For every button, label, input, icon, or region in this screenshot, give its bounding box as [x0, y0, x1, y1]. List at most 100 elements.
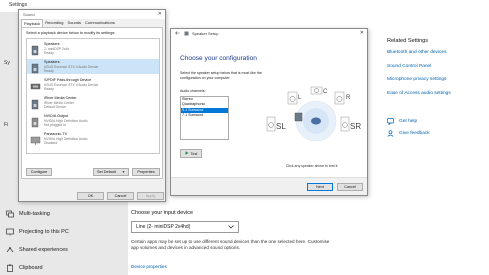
- device-status: Disabled: [44, 140, 58, 145]
- device-name: NVIDIA Output: [44, 114, 69, 118]
- speaker-icon: [30, 115, 41, 128]
- properties-button[interactable]: Properties: [132, 168, 160, 176]
- input-description: Certain apps may be set up to use differ…: [131, 239, 330, 251]
- speaker-icon: [30, 43, 41, 56]
- bluetooth-link[interactable]: Bluetooth and other devices: [387, 50, 487, 55]
- sidebar-item-multitasking[interactable]: Multi-tasking: [0, 205, 128, 223]
- shared-experiences-icon: [6, 246, 14, 254]
- microphone-privacy-link[interactable]: Microphone privacy settings: [387, 77, 487, 82]
- speaker-label-sr: SR: [350, 122, 361, 131]
- test-label: Test: [190, 151, 198, 156]
- cancel-button[interactable]: Cancel: [107, 192, 134, 200]
- speaker-label-c: C: [323, 89, 328, 95]
- input-device-dropdown[interactable]: Line (2- miniDSP 2x4hd): [131, 221, 239, 233]
- related-settings: Related Settings Bluetooth and other dev…: [387, 38, 487, 104]
- speaker-layout-diagram[interactable]: L C R SL SR: [261, 77, 366, 159]
- settings-window-title: Settings: [9, 2, 28, 8]
- test-button[interactable]: Test: [180, 149, 202, 158]
- device-name: Panasonic-TV: [44, 132, 68, 136]
- list-item[interactable]: Speakers ASUS Essence STX II Audio Devic…: [27, 59, 159, 74]
- clipboard-icon: [6, 264, 14, 272]
- sound-dialog: Sound ✕ Playback Recording Sounds Commun…: [18, 9, 166, 202]
- subwoofer-icon[interactable]: [294, 112, 303, 122]
- sidebar-stub-system: Sy: [4, 60, 10, 66]
- tab-recording[interactable]: Recording: [43, 19, 65, 27]
- sound-control-panel-link[interactable]: Sound Control Panel: [387, 64, 487, 69]
- sidebar-item-clipboard[interactable]: Clipboard: [0, 259, 128, 275]
- back-arrow-icon[interactable]: [175, 31, 180, 36]
- sound-dialog-titlebar: Sound ✕: [19, 10, 165, 19]
- device-status: Ready: [44, 68, 54, 73]
- speaker-surround-left[interactable]: SL: [266, 116, 286, 132]
- device-properties-link[interactable]: Device properties: [131, 264, 167, 269]
- playback-instruction: Select a playback device below to modify…: [26, 31, 116, 35]
- multitasking-icon: [6, 210, 14, 218]
- next-button[interactable]: Next: [307, 183, 333, 191]
- close-icon[interactable]: ✕: [158, 11, 162, 17]
- sidebar-item-label: Shared experiences: [19, 247, 68, 253]
- input-device-value: Line (2- miniDSP 2x4hd): [136, 224, 191, 230]
- list-item[interactable]: iRiver Media Center iRiver Media Center …: [27, 95, 159, 110]
- tab-playback[interactable]: Playback: [21, 19, 44, 27]
- list-item[interactable]: Speakers 2- miniDSP 2x4s Ready: [27, 41, 159, 56]
- set-default-label: Set Default: [97, 170, 116, 174]
- device-status: Not plugged in: [44, 122, 66, 127]
- speaker-label-sl: SL: [276, 122, 286, 131]
- cancel-button[interactable]: Cancel: [337, 183, 363, 191]
- speaker-front-left[interactable]: L: [287, 91, 302, 105]
- playback-device-list: Speakers 2- miniDSP 2x4s Ready Speakers …: [26, 38, 160, 154]
- sidebar-item-label: Clipboard: [19, 265, 43, 271]
- apply-button[interactable]: Apply: [137, 192, 164, 200]
- speaker-setup-footer: Next Cancel: [171, 177, 367, 195]
- ok-button[interactable]: OK: [77, 192, 104, 200]
- speaker-icon: [30, 61, 41, 74]
- sidebar-item-shared-experiences[interactable]: Shared experiences: [0, 241, 128, 259]
- device-name: S/PDIF Pass-through Device: [44, 78, 92, 82]
- ease-of-access-audio-link[interactable]: Ease of Access audio settings: [387, 91, 487, 96]
- get-help-link[interactable]: Get help: [387, 118, 417, 125]
- tv-icon: [30, 133, 41, 145]
- dropdown-arrow-icon: ▼: [122, 170, 125, 174]
- related-settings-title: Related Settings: [387, 38, 429, 44]
- play-icon: [185, 151, 189, 156]
- set-default-button[interactable]: Set Default ▼: [93, 168, 129, 176]
- close-icon[interactable]: ✕: [360, 30, 364, 36]
- feedback-icon: [387, 130, 394, 137]
- sound-dialog-tabs: Playback Recording Sounds Communications: [19, 19, 165, 27]
- device-name: iRiver Media Center: [44, 96, 77, 100]
- sidebar-item-label: Multi-tasking: [19, 211, 50, 217]
- sidebar-stub-fi: Fi: [4, 122, 9, 128]
- tab-communications[interactable]: Communications: [83, 19, 117, 27]
- speaker-label-l: L: [298, 95, 302, 101]
- speaker-test-hint: Click any speaker above to test it.: [286, 164, 339, 168]
- tab-sounds[interactable]: Sounds: [65, 19, 83, 27]
- device-status: Ready: [44, 50, 54, 55]
- speaker-icon: [30, 97, 41, 110]
- speaker-surround-right[interactable]: SR: [340, 116, 361, 132]
- device-name: Speakers: [44, 60, 60, 64]
- speaker-setup-icon: [184, 31, 189, 37]
- speaker-setup-heading: Choose your configuration: [180, 55, 257, 62]
- projecting-icon: [6, 228, 14, 236]
- device-status: Default Device: [44, 104, 67, 109]
- get-help-label: Get help: [399, 119, 418, 124]
- channel-option-7-1-surround[interactable]: 7.1 Surround: [181, 113, 228, 118]
- input-section: Choose your input device Line (2- miniDS…: [128, 205, 378, 275]
- device-status: Ready: [44, 86, 54, 91]
- sidebar-item-label: Projecting to this PC: [19, 229, 69, 235]
- device-name: Speakers: [44, 42, 60, 46]
- sidebar-item-projecting[interactable]: Projecting to this PC: [0, 223, 128, 241]
- chevron-down-icon: [228, 225, 234, 231]
- sound-dialog-title: Sound: [23, 12, 35, 17]
- give-feedback-link[interactable]: Give feedback: [387, 130, 430, 137]
- list-item[interactable]: S/PDIF Pass-through Device ASUS Essence …: [27, 77, 159, 92]
- audio-channels-list[interactable]: Stereo Quadraphonic 5.1 Surround 7.1 Sur…: [180, 96, 229, 140]
- configure-button[interactable]: Configure: [26, 168, 52, 176]
- list-item[interactable]: Panasonic-TV NVIDIA High Definition Audi…: [27, 131, 159, 146]
- input-section-label: Choose your input device: [131, 210, 194, 216]
- speaker-setup-titlebar: Speaker Setup ✕: [171, 29, 367, 38]
- list-item[interactable]: NVIDIA Output NVIDIA High Definition Aud…: [27, 113, 159, 128]
- speaker-front-right[interactable]: R: [334, 91, 351, 105]
- speaker-center[interactable]: C: [310, 86, 328, 95]
- spdif-icon: [30, 79, 41, 90]
